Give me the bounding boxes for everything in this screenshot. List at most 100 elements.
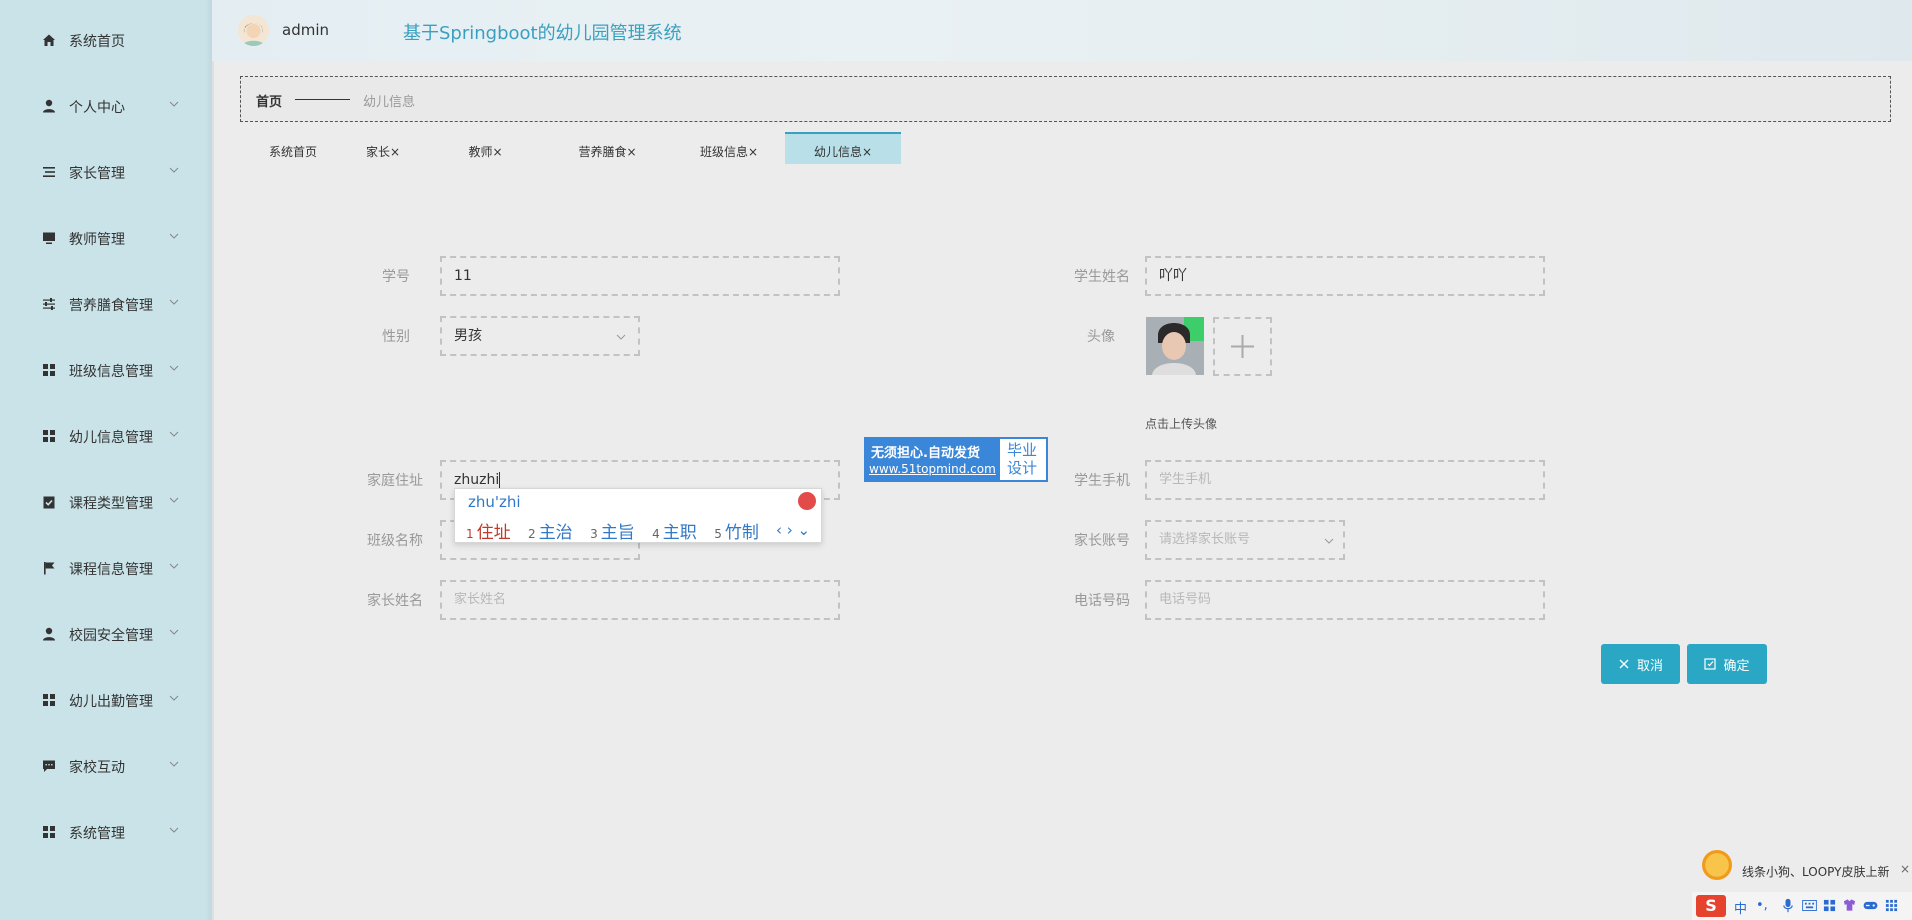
label-parent-account: 家长账号	[1074, 533, 1130, 549]
sun-mascot-icon	[1702, 850, 1732, 880]
sidebar-item-label: 课程类型管理	[69, 496, 153, 512]
tab-label: 班级信息	[699, 145, 748, 159]
tab-label: 营养膳食	[578, 145, 627, 159]
ime-candidate-number: 1	[466, 527, 474, 541]
ime-candidate[interactable]: 5 竹制	[714, 518, 759, 543]
sogou-logo[interactable]: S	[1696, 895, 1726, 917]
tab-label: 幼儿信息	[813, 145, 862, 159]
gender-select[interactable]: 男孩	[440, 316, 640, 356]
skin-icon[interactable]	[1842, 898, 1857, 912]
student-no-input[interactable]: 11	[440, 256, 840, 296]
clipboard-check-icon	[43, 496, 55, 509]
tab-teacher[interactable]: 教师×	[438, 132, 533, 164]
cancel-label: 取消	[1636, 658, 1663, 674]
label-parent-name: 家长姓名	[367, 593, 423, 609]
tab-class-info[interactable]: 班级信息×	[671, 132, 787, 164]
ime-candidate-text: 竹制	[724, 523, 759, 543]
keyboard-icon[interactable]	[1802, 900, 1817, 911]
ad-link[interactable]: www.51topmind.com	[869, 462, 996, 476]
breadcrumb-home[interactable]: 首页	[256, 91, 282, 110]
parent-account-select[interactable]: 请选择家长账号	[1145, 520, 1345, 560]
chevron-down-icon	[169, 695, 179, 701]
sidebar-item-teacher-management[interactable]: 教师管理	[0, 218, 212, 258]
student-phone-input[interactable]: 学生手机	[1145, 460, 1545, 500]
chevron-down-icon	[169, 563, 179, 569]
user-icon	[43, 99, 55, 113]
close-icon[interactable]: ×	[626, 145, 636, 159]
sidebar-item-label: 教师管理	[69, 232, 125, 248]
grid-icon	[43, 430, 55, 442]
close-icon[interactable]: ×	[492, 145, 502, 159]
ime-candidate[interactable]: 2 主治	[528, 518, 573, 543]
grid-menu-icon[interactable]	[1885, 899, 1898, 912]
tab-parent[interactable]: 家长×	[346, 132, 420, 164]
tab-child-info[interactable]: 幼儿信息×	[785, 132, 901, 164]
ime-candidate[interactable]: 1 住址	[466, 518, 511, 543]
cancel-button[interactable]: 取消	[1601, 644, 1680, 684]
label-student-name: 学生姓名	[1074, 269, 1130, 285]
sidebar-item-system-management[interactable]: 系统管理	[0, 812, 212, 852]
ime-nav[interactable]: ‹ › ⌄	[776, 521, 810, 539]
text-cursor	[499, 472, 501, 488]
ime-pinyin: zhu'zhi	[468, 493, 521, 511]
toolbox-icon[interactable]	[1823, 899, 1836, 912]
chevron-down-icon	[169, 233, 179, 239]
sidebar-item-label: 系统首页	[69, 34, 125, 50]
ad-banner[interactable]: 无须担心.自动发货 www.51topmind.com 毕业 设计	[864, 437, 1048, 482]
student-name-input[interactable]: 吖吖	[1145, 256, 1545, 296]
ime-toolbar: S 中 •,	[1692, 892, 1912, 920]
sidebar-item-attendance-management[interactable]: 幼儿出勤管理	[0, 680, 212, 720]
ime-candidate-number: 4	[652, 527, 660, 541]
sidebar-item-class-management[interactable]: 班级信息管理	[0, 350, 212, 390]
sidebar-item-nutrition-management[interactable]: 营养膳食管理	[0, 284, 212, 324]
avatar-thumbnail[interactable]	[1146, 317, 1204, 375]
close-icon[interactable]: ×	[390, 145, 400, 159]
tab-nutrition[interactable]: 营养膳食×	[551, 132, 664, 164]
plus-icon	[1231, 335, 1254, 358]
sidebar-item-child-management[interactable]: 幼儿信息管理	[0, 416, 212, 456]
close-icon[interactable]: ×	[862, 145, 872, 159]
sidebar-item-parent-management[interactable]: 家长管理	[0, 152, 212, 192]
ime-logo-icon	[798, 492, 816, 510]
sidebar-item-course-info-management[interactable]: 课程信息管理	[0, 548, 212, 588]
punctuation-toggle[interactable]: •,	[1756, 898, 1768, 913]
lang-toggle[interactable]: 中	[1734, 898, 1747, 917]
game-icon[interactable]	[1863, 900, 1878, 911]
sidebar-item-label: 课程信息管理	[69, 562, 153, 578]
sidebar-item-label: 营养膳食管理	[69, 298, 153, 314]
ime-popup: zhu'zhi 1 住址 2 主治 3 主旨 4 主职 5 竹制 ‹ › ⌄	[454, 488, 822, 543]
skin-notification[interactable]: 线条小狗、LOOPY皮肤上新 ×	[1698, 846, 1912, 884]
confirm-button[interactable]: 确定	[1687, 644, 1767, 684]
ime-candidate[interactable]: 3 主旨	[590, 518, 635, 543]
ad-line1: 无须担心.自动发货	[871, 446, 980, 461]
chat-icon	[43, 760, 55, 772]
top-bar: admin 基于Springboot的幼儿园管理系统	[212, 0, 1912, 61]
app-title: 基于Springboot的幼儿园管理系统	[403, 23, 682, 44]
sidebar-item-course-type-management[interactable]: 课程类型管理	[0, 482, 212, 522]
sidebar-item-home-school-interaction[interactable]: 家校互动	[0, 746, 212, 786]
tab-home[interactable]: 系统首页	[240, 132, 346, 164]
ime-candidate-text: 主旨	[600, 523, 635, 543]
sidebar-item-home[interactable]: 系统首页	[0, 20, 212, 60]
sidebar-item-campus-safety-management[interactable]: 校园安全管理	[0, 614, 212, 654]
mic-icon[interactable]	[1783, 898, 1793, 913]
close-icon[interactable]: ×	[1900, 862, 1910, 876]
chevron-down-icon	[169, 827, 179, 833]
chevron-down-icon	[1324, 538, 1334, 544]
sidebar-item-personal-center[interactable]: 个人中心	[0, 86, 212, 126]
chevron-down-icon	[169, 497, 179, 503]
label-class-name: 班级名称	[367, 533, 423, 549]
username[interactable]: admin	[282, 21, 329, 39]
upload-add-button[interactable]	[1213, 317, 1272, 376]
tab-label: 系统首页	[268, 145, 317, 159]
chevron-down-icon	[169, 761, 179, 767]
label-address: 家庭住址	[367, 473, 423, 489]
ime-candidate[interactable]: 4 主职	[652, 518, 697, 543]
parent-name-input[interactable]: 家长姓名	[440, 580, 840, 620]
edit-icon	[1704, 658, 1717, 670]
avatar[interactable]	[238, 15, 269, 46]
confirm-label: 确定	[1723, 658, 1750, 674]
grid-icon	[43, 694, 55, 706]
close-icon[interactable]: ×	[748, 145, 758, 159]
phone-input[interactable]: 电话号码	[1145, 580, 1545, 620]
